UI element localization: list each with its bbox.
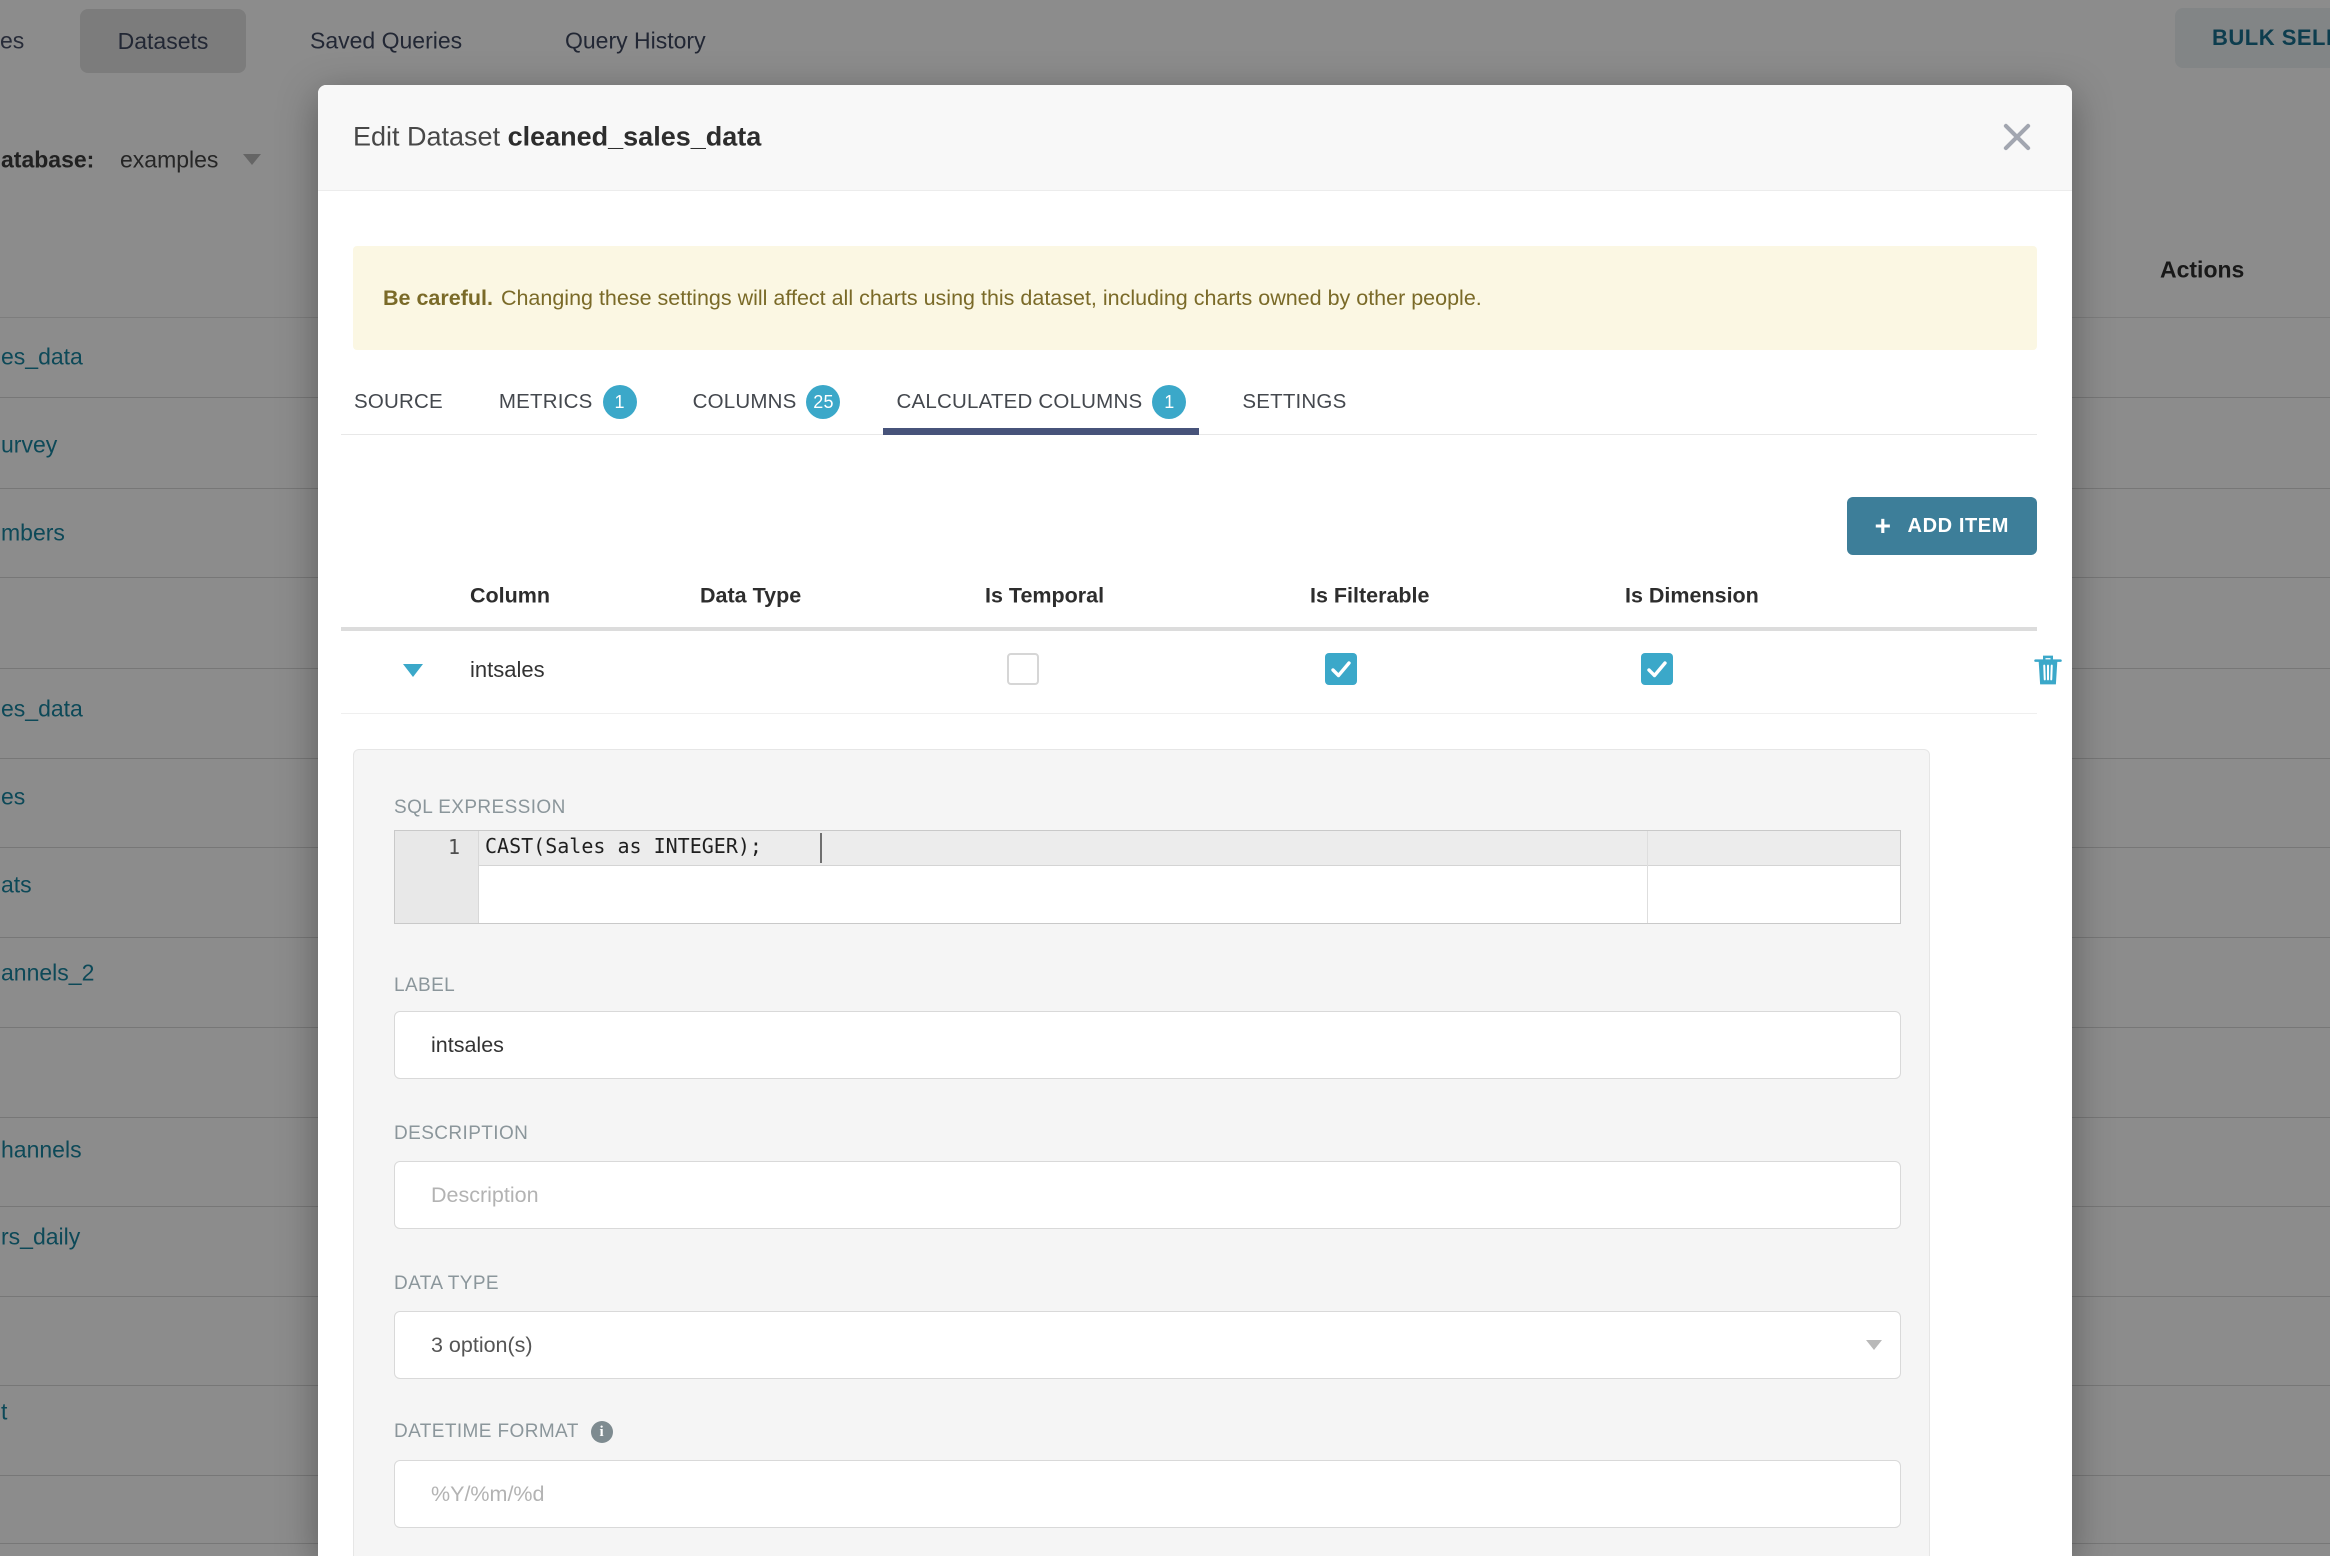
- tab-label: COLUMNS: [692, 390, 797, 413]
- column-header-data-type: Data Type: [700, 583, 802, 608]
- tab-label: CALCULATED COLUMNS: [896, 390, 1143, 413]
- is-temporal-checkbox[interactable]: [1007, 653, 1039, 685]
- tab-source[interactable]: SOURCE: [341, 370, 456, 434]
- sql-expression-label: SQL EXPRESSION: [394, 797, 566, 818]
- warning-bold: Be careful.: [383, 285, 493, 310]
- add-item-label: ADD ITEM: [1907, 514, 2009, 537]
- table-row-intsales: intsales: [341, 631, 2062, 714]
- tab-columns[interactable]: COLUMNS 25: [680, 370, 854, 434]
- close-icon[interactable]: [1998, 118, 2036, 156]
- chevron-down-icon: [1866, 1340, 1882, 1350]
- datetime-format-field-label: DATETIME FORMAT i: [394, 1421, 613, 1443]
- editor-cursor: [820, 833, 822, 863]
- calculated-column-name: intsales: [470, 657, 545, 682]
- column-header-column: Column: [470, 583, 551, 608]
- data-type-field-label: DATA TYPE: [394, 1273, 499, 1294]
- sql-expression-editor[interactable]: 1 CAST(Sales as INTEGER);: [394, 830, 1901, 924]
- edit-dataset-modal: Edit Dataset cleaned_sales_data Be caref…: [318, 85, 2072, 1556]
- screen: es Datasets Saved Queries Query History …: [0, 0, 2330, 1556]
- editor-gutter: 1: [395, 831, 479, 923]
- warning-banner: Be careful. Changing these settings will…: [353, 246, 2037, 350]
- is-dimension-checkbox[interactable]: [1641, 653, 1673, 685]
- data-type-selected-value: 3 option(s): [431, 1332, 533, 1357]
- column-header-is-dimension: Is Dimension: [1625, 583, 1759, 608]
- tab-metrics[interactable]: METRICS 1: [486, 370, 650, 434]
- active-tab-underline: [883, 428, 1200, 435]
- info-icon[interactable]: i: [590, 1421, 613, 1443]
- label-input[interactable]: [394, 1011, 1901, 1079]
- column-header-is-filterable: Is Filterable: [1310, 583, 1430, 608]
- expander-caret-icon[interactable]: [403, 664, 423, 677]
- modal-header: Edit Dataset cleaned_sales_data: [318, 85, 2072, 191]
- tab-count-badge: 1: [1152, 385, 1187, 419]
- modal-tabs: SOURCE METRICS 1 COLUMNS 25 CALCULATED C…: [341, 370, 2037, 435]
- editor-line-number: 1: [447, 835, 460, 859]
- checkmark-icon: [1647, 661, 1667, 678]
- tab-calculated-columns[interactable]: CALCULATED COLUMNS 1: [883, 370, 1200, 435]
- modal-title-prefix: Edit Dataset: [353, 121, 501, 152]
- tab-count-badge: 1: [602, 385, 637, 419]
- add-item-button[interactable]: + ADD ITEM: [1846, 497, 2037, 555]
- description-input[interactable]: [394, 1161, 1901, 1229]
- tab-label: SOURCE: [354, 390, 443, 413]
- tab-settings[interactable]: SETTINGS: [1229, 370, 1359, 434]
- is-filterable-checkbox[interactable]: [1325, 653, 1357, 685]
- sql-expression-code: CAST(Sales as INTEGER);: [485, 834, 762, 858]
- tab-count-badge: 25: [806, 385, 841, 419]
- checkmark-icon: [1331, 661, 1351, 678]
- tab-label: SETTINGS: [1242, 390, 1347, 413]
- calculated-column-detail-panel: SQL EXPRESSION 1 CAST(Sales as INTEGER);…: [353, 749, 1930, 1556]
- modal-title-dataset-name: cleaned_sales_data: [507, 121, 762, 152]
- datetime-format-input[interactable]: [394, 1460, 1901, 1528]
- label-field-label: LABEL: [394, 975, 456, 996]
- tab-label: METRICS: [498, 390, 593, 413]
- modal-title: Edit Dataset cleaned_sales_data: [353, 122, 761, 153]
- datetime-format-label-text: DATETIME FORMAT: [394, 1421, 579, 1442]
- editor-print-margin: [1647, 831, 1648, 923]
- data-type-select[interactable]: 3 option(s): [394, 1311, 1901, 1379]
- column-header-is-temporal: Is Temporal: [985, 583, 1105, 608]
- plus-icon: +: [1874, 510, 1892, 541]
- description-field-label: DESCRIPTION: [394, 1123, 529, 1144]
- delete-trash-icon[interactable]: [2033, 653, 2063, 687]
- warning-text: Changing these settings will affect all …: [500, 285, 1482, 310]
